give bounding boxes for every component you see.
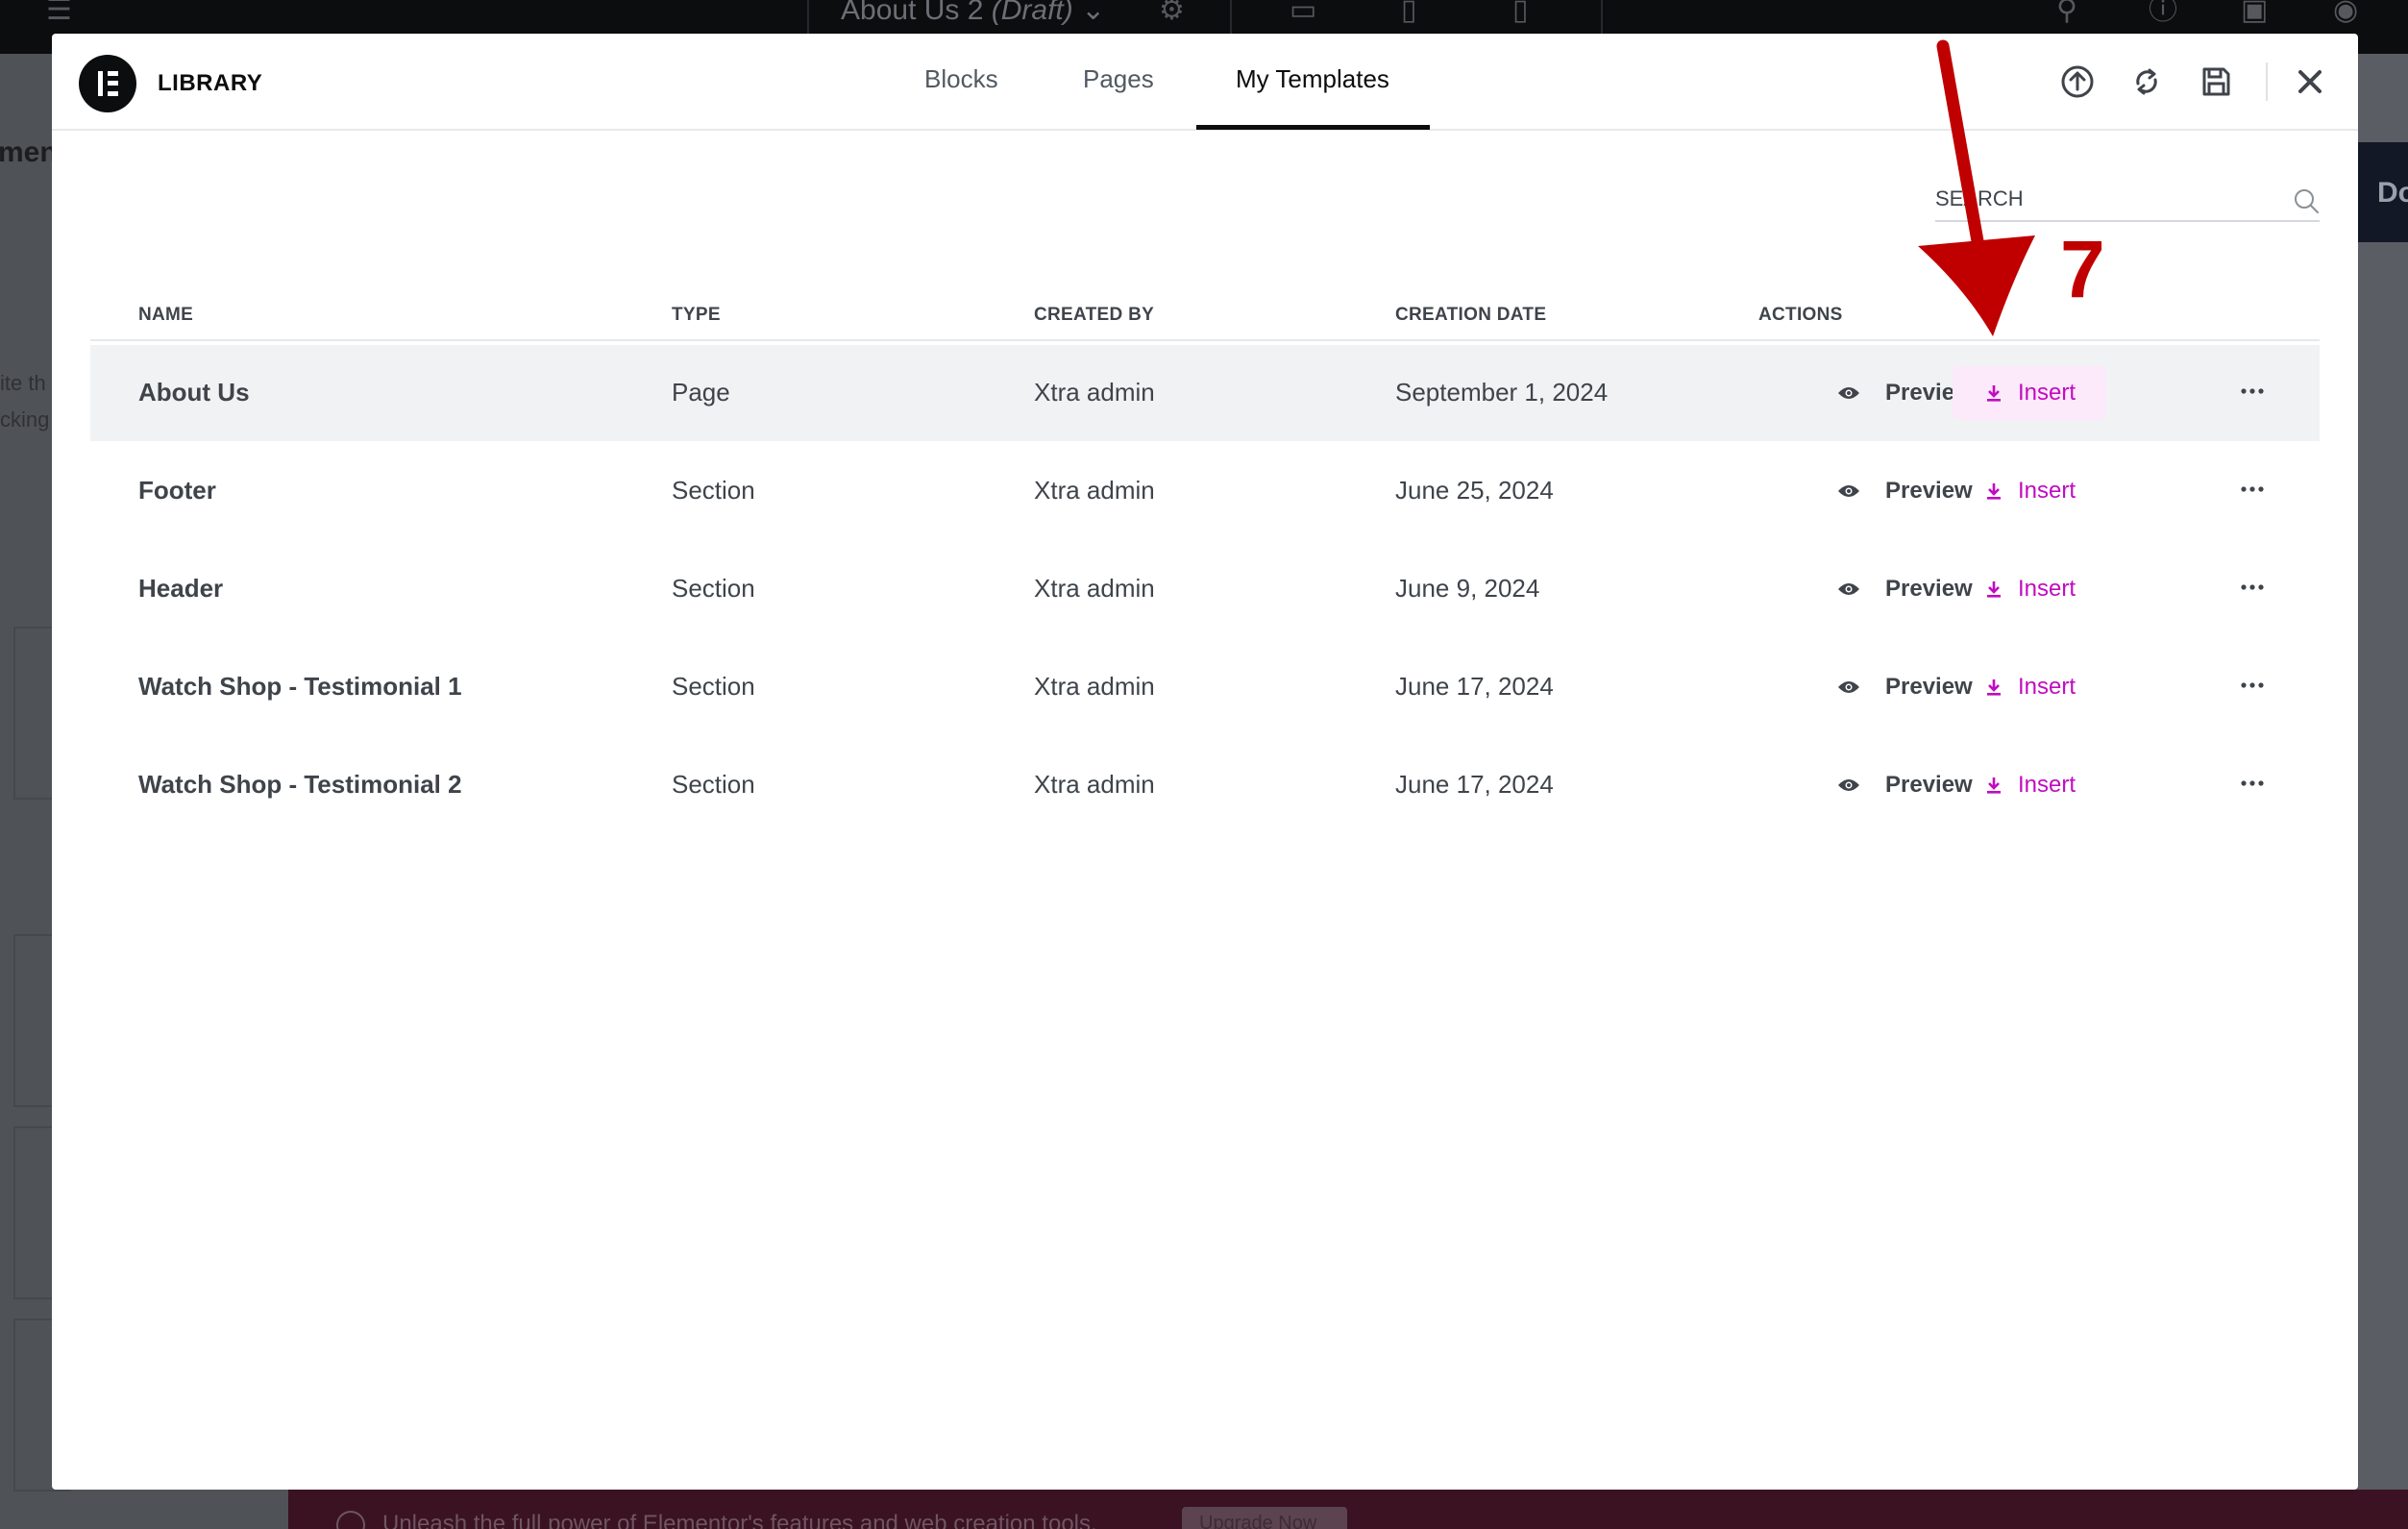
- canvas-partial-button: Do: [2358, 142, 2408, 242]
- tablet-icon[interactable]: ▯: [1401, 0, 1417, 27]
- eye-icon: [1838, 485, 1859, 497]
- panel-text: ite th: [0, 371, 46, 395]
- active-tab-indicator: [1196, 125, 1430, 130]
- template-date: June 9, 2024: [1395, 574, 1540, 603]
- template-date: June 17, 2024: [1395, 672, 1554, 701]
- panel-text: cking: [0, 407, 50, 432]
- insert-label: Insert: [2018, 478, 2076, 504]
- insert-button[interactable]: Insert: [1953, 660, 2106, 714]
- table-row[interactable]: Footer Section Xtra admin June 25, 2024 …: [90, 443, 2320, 539]
- tab-my-templates[interactable]: My Templates: [1236, 64, 1389, 94]
- layers-icon: ☰: [46, 0, 72, 26]
- settings-gear-icon[interactable]: ⚙: [1159, 0, 1185, 27]
- template-author: Xtra admin: [1034, 672, 1155, 701]
- template-author: Xtra admin: [1034, 476, 1155, 505]
- template-type: Section: [672, 672, 755, 701]
- search-icon: [2295, 189, 2319, 213]
- more-options-icon[interactable]: [2233, 568, 2272, 606]
- table-row[interactable]: Watch Shop - Testimonial 1 Section Xtra …: [90, 639, 2320, 735]
- promo-text: Unleash the full power of Elementor's fe…: [382, 1511, 1097, 1529]
- gift-icon[interactable]: ▣: [2241, 0, 2268, 27]
- topbar-divider: [1601, 0, 1603, 35]
- step-number: 7: [2060, 224, 2105, 314]
- sync-icon[interactable]: [2127, 62, 2166, 101]
- preview-eye-icon[interactable]: ◉: [2333, 0, 2358, 27]
- more-options-icon[interactable]: [2233, 372, 2272, 410]
- eye-icon: [1838, 681, 1859, 693]
- tab-pages[interactable]: Pages: [1083, 64, 1154, 94]
- table-row[interactable]: Watch Shop - Testimonial 2 Section Xtra …: [90, 737, 2320, 833]
- insert-label: Insert: [2018, 674, 2076, 700]
- template-author: Xtra admin: [1034, 770, 1155, 799]
- download-icon: [1987, 483, 2001, 500]
- templates-table-header: NAME TYPE CREATED BY CREATION DATE ACTIO…: [90, 284, 2320, 341]
- topbar-divider: [1230, 0, 1232, 35]
- template-type: Page: [672, 378, 730, 407]
- template-name: Watch Shop - Testimonial 2: [138, 770, 462, 799]
- save-icon[interactable]: [2197, 62, 2235, 101]
- template-author: Xtra admin: [1034, 378, 1155, 407]
- column-creation-date[interactable]: CREATION DATE: [1395, 305, 1546, 326]
- library-title: LIBRARY: [158, 70, 263, 96]
- promo-bar: Unleash the full power of Elementor's fe…: [288, 1490, 2408, 1529]
- search-input[interactable]: [1935, 178, 2272, 220]
- more-options-icon[interactable]: [2233, 764, 2272, 802]
- table-row[interactable]: About Us Page Xtra admin September 1, 20…: [90, 345, 2320, 441]
- eye-icon: [1838, 583, 1859, 595]
- template-type: Section: [672, 476, 755, 505]
- template-type: Section: [672, 770, 755, 799]
- template-date: June 25, 2024: [1395, 476, 1554, 505]
- template-name: Footer: [138, 476, 216, 505]
- column-type[interactable]: TYPE: [672, 305, 721, 326]
- mobile-icon[interactable]: ▯: [1512, 0, 1529, 27]
- elementor-icon: [336, 1511, 365, 1529]
- template-type: Section: [672, 574, 755, 603]
- document-title[interactable]: About Us 2 (Draft) ⌄: [841, 0, 1105, 29]
- column-actions: ACTIONS: [1758, 305, 1843, 325]
- download-icon: [1987, 777, 2001, 794]
- library-modal: LIBRARY Blocks Pages My Templates SEARCH…: [52, 34, 2358, 1490]
- template-name: Watch Shop - Testimonial 1: [138, 672, 462, 701]
- download-icon: [1987, 679, 2001, 696]
- more-options-icon[interactable]: [2233, 666, 2272, 704]
- insert-button[interactable]: Insert: [1953, 758, 2106, 812]
- template-date: June 17, 2024: [1395, 770, 1554, 799]
- template-name: Header: [138, 574, 224, 603]
- elementor-logo-icon: [79, 55, 136, 112]
- eye-icon: [1838, 387, 1859, 399]
- insert-label: Insert: [2018, 380, 2076, 406]
- template-author: Xtra admin: [1034, 574, 1155, 603]
- column-name[interactable]: NAME: [138, 305, 193, 326]
- insert-button[interactable]: Insert: [1953, 464, 2106, 518]
- insert-label: Insert: [2018, 576, 2076, 602]
- header-divider: [2266, 62, 2268, 101]
- template-date: September 1, 2024: [1395, 378, 1609, 407]
- help-icon[interactable]: ⓘ: [2149, 0, 2177, 27]
- modal-header: LIBRARY Blocks Pages My Templates: [52, 34, 2358, 131]
- column-created-by[interactable]: CREATED BY: [1034, 305, 1154, 326]
- more-options-icon[interactable]: [2233, 470, 2272, 508]
- insert-button[interactable]: Insert: [1953, 562, 2106, 616]
- insert-button[interactable]: Insert: [1953, 366, 2106, 420]
- desktop-icon[interactable]: ▭: [1290, 0, 1316, 27]
- upload-icon[interactable]: [2058, 62, 2097, 101]
- download-icon: [1987, 581, 2001, 598]
- eye-icon: [1838, 779, 1859, 791]
- download-icon: [1987, 385, 2001, 402]
- search-field[interactable]: [1935, 178, 2320, 222]
- topbar-divider: [807, 0, 809, 35]
- insert-label: Insert: [2018, 772, 2076, 798]
- tab-blocks[interactable]: Blocks: [924, 64, 998, 94]
- table-row[interactable]: Header Section Xtra admin June 9, 2024 P…: [90, 541, 2320, 637]
- close-icon[interactable]: [2291, 62, 2329, 101]
- search-icon[interactable]: ⚲: [2056, 0, 2077, 27]
- template-name: About Us: [138, 378, 250, 407]
- upgrade-button[interactable]: Upgrade Now: [1182, 1507, 1347, 1529]
